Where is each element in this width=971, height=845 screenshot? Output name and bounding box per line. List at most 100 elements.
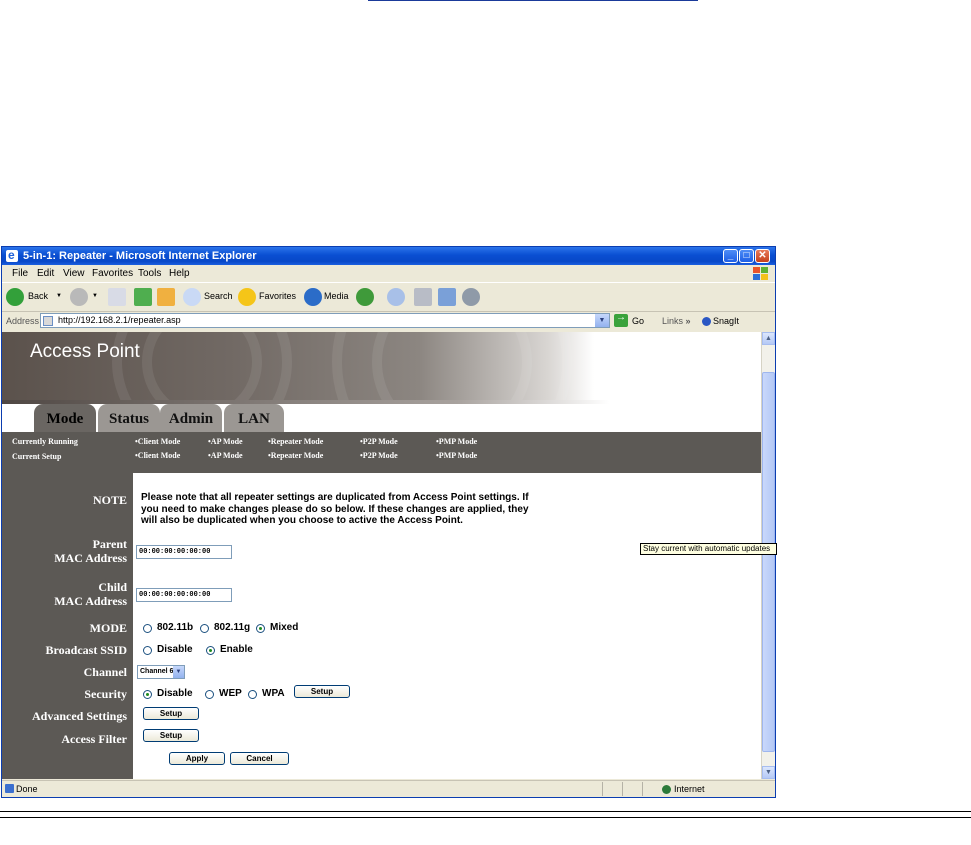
note-label: NOTE (92, 493, 127, 507)
ssid-enable-label: Enable (220, 644, 253, 655)
child-mac-input[interactable]: 00:00:00:00:00:00 (136, 588, 232, 602)
child-label: Child (98, 580, 127, 594)
running-client-mode: •Client Mode (135, 437, 181, 446)
setup-p2p-mode[interactable]: •P2P Mode (360, 451, 398, 460)
address-label: Address (6, 316, 40, 326)
channel-dropdown-icon[interactable]: ▼ (173, 666, 184, 678)
banner-title: Access Point (30, 341, 140, 362)
address-input[interactable]: http://192.168.2.1/repeater.asp ▼ (40, 313, 610, 328)
ssid-label: Broadcast SSID (45, 643, 127, 657)
menu-view[interactable]: View (63, 265, 85, 282)
home-button[interactable] (157, 287, 177, 307)
internet-zone: Internet (662, 784, 705, 795)
cancel-button[interactable]: Cancel (230, 752, 289, 765)
setup-repeater-mode[interactable]: •Repeater Mode (268, 451, 323, 460)
history-button[interactable] (356, 287, 376, 307)
forward-dropdown-icon[interactable]: ▼ (92, 293, 98, 299)
setup-ap-mode[interactable]: •AP Mode (208, 451, 243, 460)
access-filter-label: Access Filter (61, 732, 127, 746)
print-button[interactable] (414, 287, 434, 307)
forward-button[interactable]: ▼ (70, 287, 100, 307)
zone-label: Internet (674, 784, 705, 794)
security-radio-wpa[interactable] (248, 690, 257, 699)
menu-edit[interactable]: Edit (37, 265, 54, 282)
setup-pmp-mode[interactable]: •PMP Mode (436, 451, 477, 460)
media-button[interactable]: Media (304, 287, 350, 307)
close-button[interactable]: ✕ (755, 249, 770, 263)
divider-line-top (0, 811, 971, 812)
menu-bar: File Edit View Favorites Tools Help (2, 265, 775, 282)
tab-status[interactable]: Status (98, 404, 160, 432)
home-icon (157, 288, 175, 306)
ssid-disable-label: Disable (157, 644, 193, 655)
snagit-icon (702, 317, 711, 327)
nav-tabs: Mode Status Admin LAN (2, 404, 761, 432)
mode-radio-80211g[interactable] (200, 624, 209, 633)
apply-button[interactable]: Apply (169, 752, 225, 765)
menu-favorites[interactable]: Favorites (92, 265, 133, 282)
setup-client-mode[interactable]: •Client Mode (135, 451, 180, 460)
advanced-settings-label: Advanced Settings (31, 709, 127, 723)
channel-select[interactable]: Channel 6 ▼ (137, 665, 185, 679)
access-filter-setup-button[interactable]: Setup (143, 729, 199, 742)
search-button[interactable]: Search (183, 287, 233, 307)
current-setup-label: Current Setup (12, 452, 62, 461)
page-done-icon (5, 784, 14, 793)
security-setup-button[interactable]: Setup (294, 685, 350, 698)
internet-globe-icon (662, 785, 671, 795)
windows-logo-icon (751, 266, 769, 280)
back-button[interactable]: Back ▼ (6, 287, 66, 307)
security-disable-label: Disable (157, 688, 193, 699)
links-text: Links (662, 316, 684, 326)
mode-status-bar: Currently Running Current Setup •Client … (2, 432, 761, 473)
scroll-thumb[interactable] (762, 372, 775, 752)
address-dropdown-icon[interactable]: ▼ (595, 314, 609, 327)
address-bar: Address http://192.168.2.1/repeater.asp … (2, 311, 775, 331)
ssid-radio-disable[interactable] (143, 646, 152, 655)
note-text: Please note that all repeater settings a… (141, 492, 529, 526)
links-more-icon[interactable]: » (686, 316, 691, 326)
messenger-button[interactable] (462, 287, 482, 307)
channel-value: Channel 6 (140, 668, 174, 675)
mode-radio-80211b[interactable] (143, 624, 152, 633)
scroll-down-icon[interactable]: ▼ (762, 766, 775, 779)
favorites-button[interactable]: Favorites (238, 287, 300, 307)
page-viewport: Access Point Mode Status Admin LAN Curre… (2, 332, 761, 779)
menu-help[interactable]: Help (169, 265, 190, 282)
messenger-icon (462, 288, 480, 306)
back-dropdown-icon[interactable]: ▼ (56, 293, 62, 299)
title-bar[interactable]: 5-in-1: Repeater - Microsoft Internet Ex… (2, 247, 775, 265)
ssid-radio-enable[interactable] (206, 646, 215, 655)
channel-label: Channel (83, 665, 127, 679)
security-radio-disable[interactable] (143, 690, 152, 699)
toolbar: Back ▼ ▼ Search Favorites Media (2, 282, 775, 312)
maximize-button[interactable]: □ (739, 249, 754, 263)
stop-button[interactable] (108, 287, 128, 307)
go-arrow-icon[interactable] (614, 312, 628, 327)
status-bar: Done Internet (2, 780, 775, 797)
advanced-setup-button[interactable]: Setup (143, 707, 199, 720)
media-icon (304, 288, 322, 306)
vertical-scrollbar[interactable]: ▲ ▼ (761, 332, 775, 779)
security-radio-wep[interactable] (205, 690, 214, 699)
page-icon (43, 316, 53, 326)
menu-file[interactable]: File (12, 265, 28, 282)
tab-lan[interactable]: LAN (224, 404, 284, 432)
mail-button[interactable] (387, 287, 411, 307)
mode-radio-mixed[interactable] (256, 624, 265, 633)
menu-tools[interactable]: Tools (138, 265, 161, 282)
tab-mode[interactable]: Mode (34, 404, 96, 432)
update-tooltip[interactable]: Stay current with automatic updates (640, 543, 777, 555)
parent-mac-input[interactable]: 00:00:00:00:00:00 (136, 545, 232, 559)
edit-button[interactable] (438, 287, 458, 307)
refresh-button[interactable] (134, 287, 154, 307)
mail-icon (387, 288, 405, 306)
snagit-button[interactable]: SnagIt (702, 316, 739, 327)
tab-admin[interactable]: Admin (160, 404, 222, 432)
links-label[interactable]: Links » (662, 316, 691, 326)
go-button[interactable]: Go (632, 316, 644, 326)
running-repeater-mode: •Repeater Mode (268, 437, 324, 446)
printer-icon (414, 288, 432, 306)
scroll-up-icon[interactable]: ▲ (762, 332, 775, 345)
minimize-button[interactable]: _ (723, 249, 738, 263)
